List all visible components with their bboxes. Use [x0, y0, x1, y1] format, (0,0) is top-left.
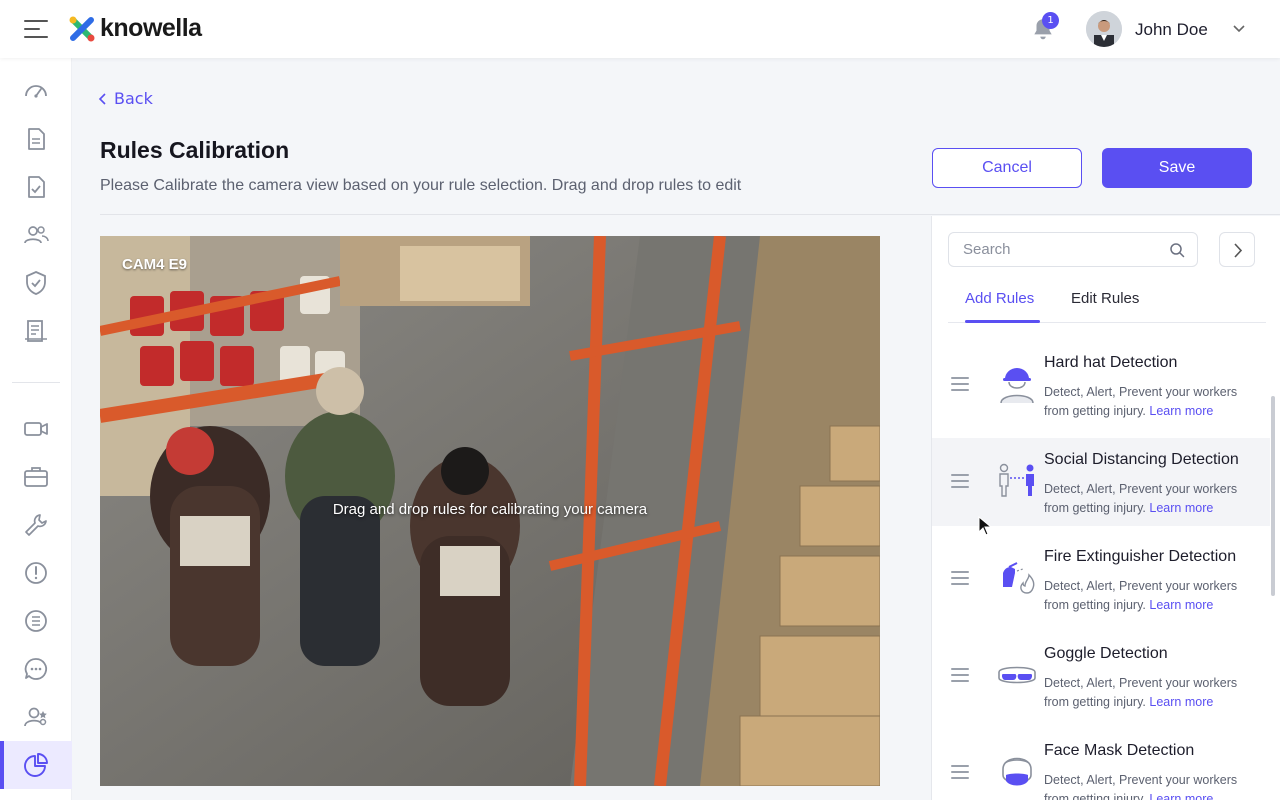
shield-check-icon[interactable] — [22, 269, 50, 297]
rule-item-goggle[interactable]: Goggle Detection Detect, Alert, Prevent … — [932, 632, 1270, 720]
search-icon[interactable] — [1169, 242, 1185, 258]
user-settings-icon[interactable] — [22, 703, 50, 731]
logo-icon — [69, 16, 95, 41]
chat-icon[interactable] — [22, 655, 50, 683]
brand-logo[interactable]: knowella — [68, 14, 202, 43]
panel-scrollbar[interactable] — [1271, 396, 1275, 596]
collapse-panel-button[interactable] — [1219, 232, 1255, 267]
rule-card[interactable]: Face Mask Detection Detect, Alert, Preve… — [982, 729, 1262, 800]
rule-card[interactable]: Hard hat Detection Detect, Alert, Preven… — [982, 341, 1262, 429]
rule-item-hard-hat[interactable]: Hard hat Detection Detect, Alert, Preven… — [932, 341, 1270, 429]
rule-item-face-mask[interactable]: Face Mask Detection Detect, Alert, Preve… — [932, 729, 1270, 800]
page-subtitle: Please Calibrate the camera view based o… — [100, 177, 742, 194]
drag-handle-icon[interactable] — [951, 765, 969, 779]
rule-item-fire-extinguisher[interactable]: Fire Extinguisher Detection Detect, Aler… — [932, 535, 1270, 623]
rule-description: Detect, Alert, Prevent your workers from… — [1044, 385, 1238, 418]
tab-add-rules[interactable]: Add Rules — [965, 290, 1034, 307]
tab-edit-rules[interactable]: Edit Rules — [1071, 290, 1139, 307]
search-box[interactable] — [948, 232, 1198, 267]
dashboard-icon[interactable] — [22, 77, 50, 105]
back-label: Back — [114, 89, 153, 108]
sidebar-divider — [12, 382, 60, 383]
rule-description: Detect, Alert, Prevent your workers from… — [1044, 482, 1238, 515]
chevron-down-icon[interactable] — [1232, 24, 1246, 34]
rules-panel: Add Rules Edit Rules Hard hat Detection … — [931, 216, 1280, 800]
page-title: Rules Calibration — [100, 137, 290, 163]
notification-badge: 1 — [1042, 12, 1059, 29]
wrench-icon[interactable] — [22, 511, 50, 539]
menu-icon[interactable] — [24, 20, 50, 38]
sidebar-active-indicator — [0, 741, 4, 789]
alert-icon[interactable] — [22, 559, 50, 587]
learn-more-link[interactable]: Learn more — [1149, 501, 1213, 515]
camera-label: CAM4 E9 — [122, 256, 188, 273]
mouse-cursor-icon — [978, 516, 993, 536]
drag-handle-icon[interactable] — [951, 474, 969, 488]
cancel-button[interactable]: Cancel — [932, 148, 1082, 188]
rule-title: Social Distancing Detection — [1044, 451, 1239, 468]
drag-handle-icon[interactable] — [951, 377, 969, 391]
users-icon[interactable] — [22, 221, 50, 249]
drag-handle-icon[interactable] — [951, 571, 969, 585]
rule-description: Detect, Alert, Prevent your workers from… — [1044, 579, 1238, 612]
video-camera-icon[interactable] — [22, 415, 50, 443]
goggle-icon — [998, 666, 1036, 684]
learn-more-link[interactable]: Learn more — [1149, 695, 1213, 709]
drop-hint: Drag and drop rules for calibrating your… — [332, 501, 648, 518]
rule-title: Hard hat Detection — [1044, 354, 1178, 371]
face-mask-icon — [1002, 757, 1032, 786]
rule-card[interactable]: Fire Extinguisher Detection Detect, Aler… — [982, 535, 1262, 623]
chevron-left-icon — [98, 92, 106, 105]
avatar[interactable] — [1086, 11, 1122, 47]
rule-description: Detect, Alert, Prevent your workers from… — [1044, 771, 1259, 800]
learn-more-link[interactable]: Learn more — [1149, 792, 1213, 800]
rule-card[interactable]: Goggle Detection Detect, Alert, Prevent … — [982, 632, 1262, 720]
camera-view[interactable]: CAM4 E9 Drag and drop rules for calibrat… — [100, 236, 880, 786]
document-icon[interactable] — [22, 125, 50, 153]
pie-chart-icon[interactable] — [22, 751, 50, 779]
hard-hat-icon — [1000, 368, 1034, 404]
drag-handle-icon[interactable] — [951, 668, 969, 682]
top-bar: knowella 1 John Doe — [0, 0, 1280, 58]
save-button[interactable]: Save — [1102, 148, 1252, 188]
list-icon[interactable] — [22, 607, 50, 635]
search-input[interactable] — [963, 241, 1163, 258]
brand-name: knowella — [100, 14, 202, 42]
header-divider — [100, 214, 1280, 215]
briefcase-icon[interactable] — [22, 463, 50, 491]
sidebar — [0, 58, 72, 800]
rule-description: Detect, Alert, Prevent your workers from… — [1044, 676, 1238, 709]
rule-title: Face Mask Detection — [1044, 742, 1195, 759]
rule-card[interactable]: Social Distancing Detection Detect, Aler… — [982, 438, 1262, 526]
rule-item-social-distancing[interactable]: Social Distancing Detection Detect, Aler… — [932, 438, 1270, 526]
rule-title: Goggle Detection — [1044, 645, 1168, 662]
chevron-right-icon — [1234, 243, 1243, 258]
fire-extinguisher-icon — [1003, 562, 1035, 594]
user-name[interactable]: John Doe — [1135, 20, 1208, 40]
active-tab-indicator — [965, 320, 1040, 323]
learn-more-link[interactable]: Learn more — [1149, 404, 1213, 418]
rule-title: Fire Extinguisher Detection — [1044, 548, 1237, 565]
reports-icon[interactable] — [22, 317, 50, 345]
checklist-icon[interactable] — [22, 173, 50, 201]
back-link[interactable]: Back — [98, 89, 153, 108]
social-distancing-icon — [999, 463, 1034, 497]
learn-more-link[interactable]: Learn more — [1149, 598, 1213, 612]
